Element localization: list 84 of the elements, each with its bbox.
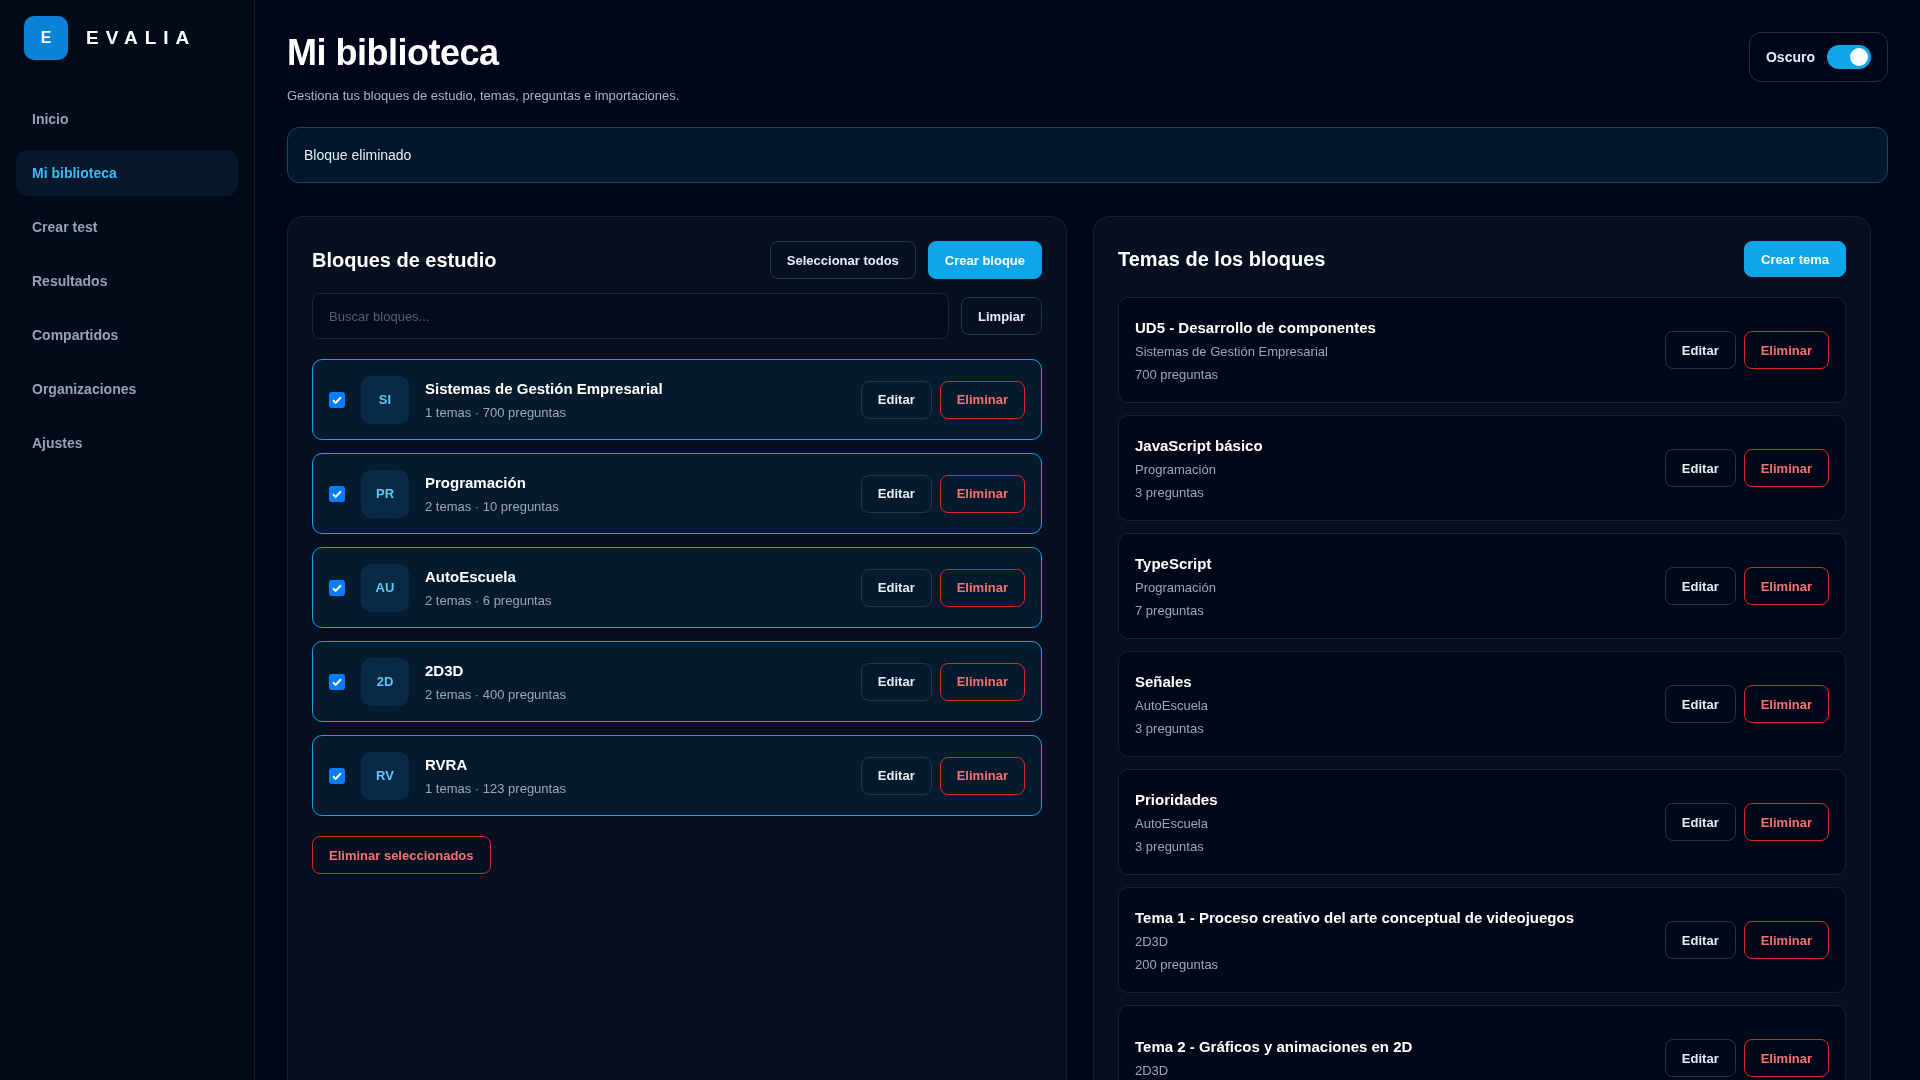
edit-button[interactable]: Editar xyxy=(1664,1039,1736,1077)
block-name: 2D3D xyxy=(425,661,464,679)
nav-item[interactable]: Ajustes xyxy=(16,420,238,466)
nav-item[interactable]: Crear test xyxy=(16,204,238,250)
delete-button[interactable]: Eliminar xyxy=(939,662,1025,701)
block-avatar: PR xyxy=(361,469,409,518)
delete-button[interactable]: Eliminar xyxy=(1743,331,1829,369)
topic-title: JavaScript básico xyxy=(1135,436,1263,454)
theme-switch[interactable] xyxy=(1827,45,1871,69)
edit-button[interactable]: Editar xyxy=(860,568,932,607)
checkbox[interactable] xyxy=(329,579,345,596)
topic-title: Prioridades xyxy=(1135,790,1218,808)
nav-item[interactable]: Resultados xyxy=(16,258,238,304)
edit-button[interactable]: Editar xyxy=(1664,803,1736,841)
checkbox[interactable] xyxy=(329,767,345,784)
block-name: Sistemas de Gestión Empresarial xyxy=(425,379,663,397)
delete-button[interactable]: Eliminar xyxy=(1743,567,1829,605)
topic-block-name: 2D3D xyxy=(1135,1063,1169,1078)
brand-name: EVALIA xyxy=(86,27,197,49)
panel-title: Bloques de estudio xyxy=(312,248,498,272)
topic-title: Tema 2 - Gráficos y animaciones en 2D xyxy=(1135,1038,1413,1055)
topic-block-name: Programación xyxy=(1135,461,1216,477)
topic-title: Tema 1 - Proceso creativo del arte conceptual de videojuegos xyxy=(1135,908,1575,926)
block-name: Programación xyxy=(425,473,526,491)
checkbox[interactable] xyxy=(329,485,345,502)
block-meta: 2 temas · 6 preguntas xyxy=(425,592,552,608)
delete-button[interactable]: Eliminar xyxy=(1743,803,1829,841)
delete-button[interactable]: Eliminar xyxy=(939,756,1025,795)
edit-button[interactable]: Editar xyxy=(860,662,932,701)
delete-button[interactable]: Eliminar xyxy=(1743,1039,1829,1077)
page-title: Mi biblioteca xyxy=(287,32,501,74)
delete-button[interactable]: Eliminar xyxy=(1743,685,1829,723)
block-meta: 1 temas · 700 preguntas xyxy=(425,404,566,420)
block-name: RVRA xyxy=(425,755,468,773)
delete-button[interactable]: Eliminar xyxy=(939,474,1025,513)
edit-button[interactable]: Editar xyxy=(1664,331,1736,369)
delete-selected-button[interactable]: Eliminar seleccionados xyxy=(312,836,491,874)
block-avatar: 2D xyxy=(361,657,409,706)
delete-button[interactable]: Eliminar xyxy=(1743,921,1829,959)
block-meta: 2 temas · 10 preguntas xyxy=(425,498,559,514)
delete-button[interactable]: Eliminar xyxy=(939,380,1025,419)
nav-item[interactable]: Mi biblioteca xyxy=(16,150,238,196)
search-field[interactable]: Buscar bloques... xyxy=(312,293,950,339)
block-avatar: SI xyxy=(361,375,409,424)
edit-button[interactable]: Editar xyxy=(860,380,932,419)
select-all-button[interactable]: Seleccionar todos xyxy=(769,241,916,279)
block-meta: 1 temas · 123 preguntas xyxy=(425,780,566,796)
block-avatar: RV xyxy=(361,751,409,800)
block-avatar: AU xyxy=(361,563,409,612)
nav-item[interactable]: Organizaciones xyxy=(16,366,238,412)
topic-count: 7 preguntas xyxy=(1135,602,1204,618)
edit-button[interactable]: Editar xyxy=(860,756,932,795)
topic-title: Señales xyxy=(1135,672,1192,690)
block-name: AutoEscuela xyxy=(425,567,516,585)
topic-block-name: Programación xyxy=(1135,579,1216,595)
block-meta: 2 temas · 400 preguntas xyxy=(425,686,566,702)
topic-block-name: AutoEscuela xyxy=(1135,697,1208,713)
topic-title: UD5 - Desarrollo de componentes xyxy=(1135,318,1376,336)
toggle-label: Oscuro xyxy=(1766,49,1815,65)
topic-block-name: 2D3D xyxy=(1135,933,1169,949)
topic-count: 3 preguntas xyxy=(1135,484,1204,500)
edit-button[interactable]: Editar xyxy=(860,474,932,513)
nav-item[interactable]: Inicio xyxy=(16,96,238,142)
status-message: Bloque eliminado xyxy=(287,127,1888,183)
checkbox[interactable] xyxy=(329,673,345,690)
topic-block-name: AutoEscuela xyxy=(1135,815,1208,831)
edit-button[interactable]: Editar xyxy=(1664,921,1736,959)
edit-button[interactable]: Editar xyxy=(1664,567,1736,605)
nav-item[interactable]: Compartidos xyxy=(16,312,238,358)
checkbox[interactable] xyxy=(329,391,345,408)
topic-count: 200 preguntas xyxy=(1135,956,1219,972)
topic-count: 3 preguntas xyxy=(1135,838,1204,854)
panel-title: Temas de los bloques xyxy=(1118,247,1327,271)
delete-button[interactable]: Eliminar xyxy=(1743,449,1829,487)
edit-button[interactable]: Editar xyxy=(1664,449,1736,487)
topic-title: TypeScript xyxy=(1135,554,1212,572)
page-subtitle: Gestiona tus bloques de estudio, temas, preguntas e importaciones. xyxy=(287,88,680,103)
topic-count: 3 preguntas xyxy=(1135,720,1204,736)
logo-mark: E xyxy=(24,16,68,60)
edit-button[interactable]: Editar xyxy=(1664,685,1736,723)
delete-button[interactable]: Eliminar xyxy=(939,568,1025,607)
topic-block-name: Sistemas de Gestión Empresarial xyxy=(1135,343,1328,359)
topic-count: 700 preguntas xyxy=(1135,366,1219,382)
clear-button[interactable]: Limpiar xyxy=(961,297,1042,335)
